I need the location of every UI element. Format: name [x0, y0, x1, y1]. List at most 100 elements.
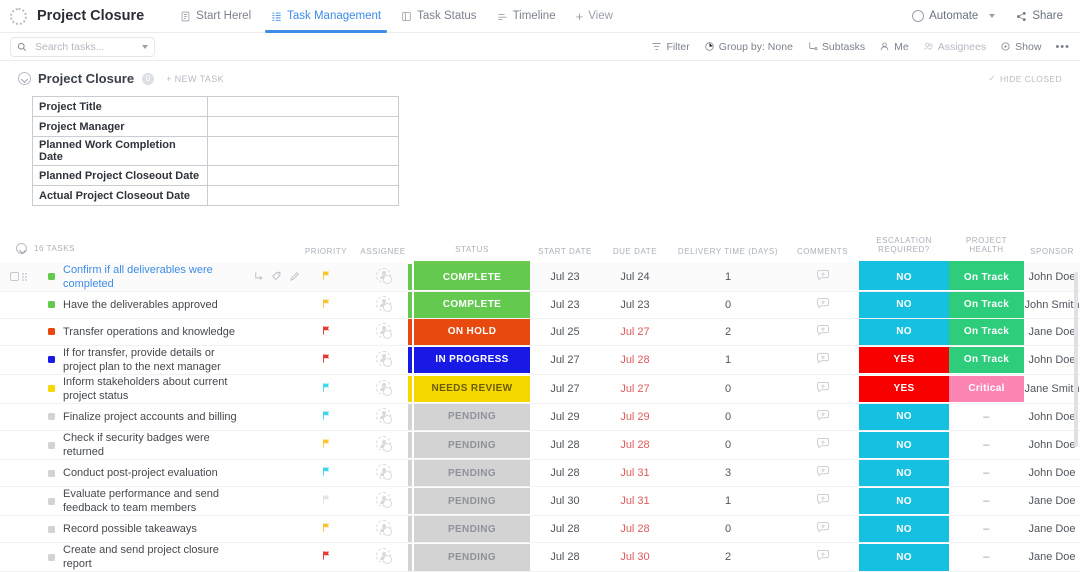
task-project-health-cell[interactable]: – [949, 516, 1024, 543]
subtask-icon[interactable] [244, 326, 255, 337]
row-controls[interactable] [10, 272, 36, 282]
row-checkbox[interactable] [10, 553, 19, 562]
edit-icon[interactable] [289, 383, 300, 394]
task-row[interactable]: Inform stakeholders about current projec… [0, 374, 1080, 404]
task-delivery-time[interactable]: 2 [670, 318, 786, 345]
task-start-date[interactable]: Jul 25 [530, 318, 600, 345]
task-delivery-time[interactable]: 0 [670, 516, 786, 543]
task-sponsor[interactable]: John Doe [1024, 403, 1080, 430]
column-header-due-date[interactable]: DUE DATE [600, 236, 670, 263]
comment-icon[interactable] [816, 324, 830, 337]
edit-icon[interactable] [289, 552, 300, 563]
tag-icon[interactable] [271, 496, 282, 507]
task-start-date[interactable]: Jul 27 [530, 345, 600, 374]
comment-icon[interactable] [816, 549, 830, 562]
task-assignee-cell[interactable] [352, 543, 414, 572]
subtask-icon[interactable] [253, 552, 264, 563]
project-info-value[interactable] [207, 96, 399, 117]
task-quick-actions[interactable] [253, 271, 300, 282]
toolbar-show[interactable]: Show [1000, 41, 1041, 53]
column-header-sponsor[interactable]: SPONSOR [1024, 236, 1080, 263]
task-escalation-cell[interactable]: NO [859, 263, 949, 292]
task-priority-cell[interactable] [300, 345, 352, 374]
task-priority-cell[interactable] [300, 263, 352, 292]
row-checkbox[interactable] [10, 525, 19, 534]
task-status-cell[interactable]: PENDING [408, 460, 530, 487]
task-name-cell[interactable]: If for transfer, provide details or proj… [0, 345, 300, 374]
search-input[interactable] [33, 39, 128, 54]
task-status-cell[interactable]: PENDING [408, 431, 530, 460]
task-assignee-cell[interactable] [352, 318, 414, 345]
task-escalation-cell[interactable]: NO [859, 318, 949, 345]
task-delivery-time[interactable]: 0 [670, 403, 786, 430]
task-start-date[interactable]: Jul 29 [530, 403, 600, 430]
view-tab-task-management[interactable]: Task Management [261, 0, 391, 33]
select-all-icon[interactable] [16, 242, 27, 254]
tag-icon[interactable] [224, 524, 235, 535]
search-box[interactable] [10, 36, 155, 57]
subtask-icon[interactable] [206, 524, 217, 535]
task-assignee-cell[interactable] [352, 487, 414, 516]
task-project-health-cell[interactable]: On Track [949, 318, 1024, 345]
comment-icon[interactable] [816, 521, 830, 534]
task-project-health-cell[interactable]: On Track [949, 291, 1024, 318]
row-checkbox[interactable] [10, 441, 19, 450]
task-start-date[interactable]: Jul 28 [530, 543, 600, 572]
task-name-cell[interactable]: Inform stakeholders about current projec… [0, 374, 300, 403]
edit-icon[interactable] [242, 524, 253, 535]
task-name-cell[interactable]: Have the deliverables approved [0, 291, 300, 318]
chevron-circle-icon[interactable] [18, 72, 31, 85]
task-name-cell[interactable]: Conduct post-project evaluation [0, 460, 300, 487]
task-delivery-time[interactable]: 2 [670, 543, 786, 572]
drag-handle-icon[interactable] [22, 524, 28, 534]
comment-icon[interactable] [816, 437, 830, 450]
task-start-date[interactable]: Jul 30 [530, 487, 600, 516]
column-header-delivery-time[interactable]: DELIVERY TIME (DAYS) [670, 236, 786, 263]
view-tab-timeline[interactable]: Timeline [487, 0, 566, 33]
task-status-cell[interactable]: IN PROGRESS [408, 345, 530, 374]
edit-icon[interactable] [289, 496, 300, 507]
task-status-dot[interactable] [48, 385, 55, 393]
avatar[interactable] [375, 322, 392, 339]
tag-icon[interactable] [271, 552, 282, 563]
task-priority-cell[interactable] [300, 460, 352, 487]
avatar[interactable] [375, 350, 392, 367]
row-checkbox[interactable] [10, 300, 19, 309]
task-due-date[interactable]: Jul 30 [600, 543, 670, 572]
task-status-dot[interactable] [48, 328, 55, 336]
task-sponsor[interactable]: John Doe [1024, 345, 1080, 374]
column-header-status[interactable]: STATUS [414, 236, 530, 264]
task-delivery-time[interactable]: 1 [670, 345, 786, 374]
avatar[interactable] [375, 407, 392, 424]
column-header-comments[interactable]: COMMENTS [786, 236, 859, 263]
task-start-date[interactable]: Jul 27 [530, 374, 600, 403]
task-row[interactable]: Evaluate performance and send feedback t… [0, 487, 1080, 516]
edit-icon[interactable] [263, 468, 274, 479]
task-comments-cell[interactable] [786, 291, 859, 318]
task-status-cell[interactable]: PENDING [408, 543, 530, 572]
toolbar-subtasks[interactable]: Subtasks [807, 41, 865, 53]
drag-handle-icon[interactable] [22, 300, 28, 310]
task-escalation-cell[interactable]: YES [859, 374, 949, 403]
row-checkbox[interactable] [10, 469, 19, 478]
subtask-icon[interactable] [246, 411, 257, 422]
drag-handle-icon[interactable] [22, 412, 28, 422]
clickup-dots-icon[interactable] [10, 7, 27, 25]
task-escalation-cell[interactable]: NO [859, 431, 949, 460]
task-comments-cell[interactable] [786, 403, 859, 430]
task-name-cell[interactable]: Evaluate performance and send feedback t… [0, 487, 300, 516]
row-checkbox[interactable] [10, 497, 19, 506]
task-comments-cell[interactable] [786, 516, 859, 543]
project-info-value[interactable] [207, 136, 399, 166]
tag-icon[interactable] [271, 383, 282, 394]
task-project-health-cell[interactable]: – [949, 543, 1024, 572]
tag-icon[interactable] [262, 326, 273, 337]
project-info-value[interactable] [207, 185, 399, 206]
task-assignee-cell[interactable] [352, 403, 414, 430]
task-due-date[interactable]: Jul 31 [600, 460, 670, 487]
task-status-cell[interactable]: NEEDS REVIEW [408, 374, 530, 403]
avatar[interactable] [375, 436, 392, 453]
task-row[interactable]: If for transfer, provide details or proj… [0, 345, 1080, 375]
task-delivery-time[interactable]: 1 [670, 487, 786, 516]
row-checkbox[interactable] [10, 272, 19, 281]
